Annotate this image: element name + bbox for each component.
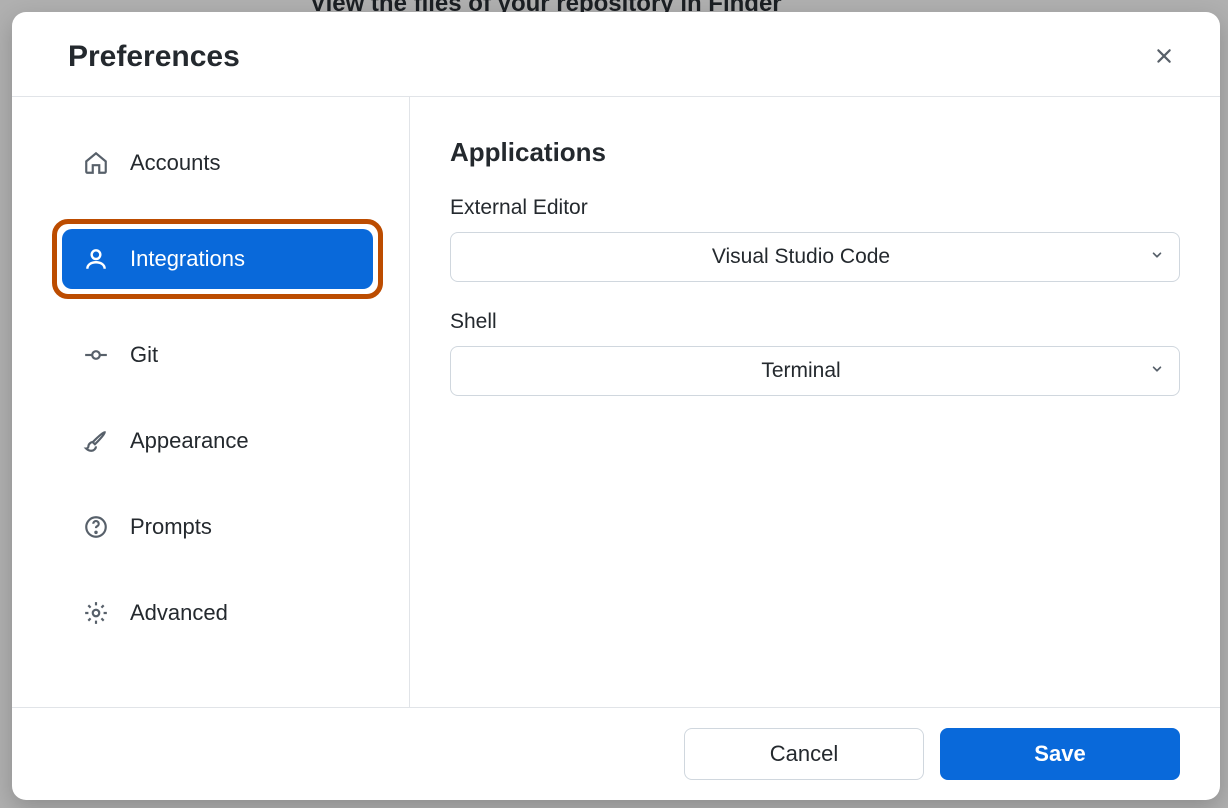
sidebar-item-prompts[interactable]: Prompts [62, 497, 373, 557]
sidebar-item-label: Accounts [130, 150, 221, 176]
sidebar-item-label: Appearance [130, 428, 249, 454]
external-editor-label: External Editor [450, 196, 1180, 220]
cancel-button[interactable]: Cancel [684, 728, 924, 780]
content-pane: Applications External Editor Visual Stud… [410, 97, 1220, 707]
git-commit-icon [82, 341, 110, 369]
home-icon [82, 149, 110, 177]
person-icon [82, 245, 110, 273]
preferences-dialog: Preferences Accounts Integrations [12, 12, 1220, 800]
dialog-body: Accounts Integrations Git [12, 97, 1220, 707]
question-circle-icon [82, 513, 110, 541]
shell-select[interactable]: Terminal [450, 346, 1180, 396]
sidebar-item-highlight: Integrations [52, 219, 383, 299]
sidebar-item-git[interactable]: Git [62, 325, 373, 385]
shell-field: Shell Terminal [450, 310, 1180, 396]
page-title: Preferences [68, 40, 240, 74]
close-button[interactable] [1148, 41, 1180, 73]
dialog-header: Preferences [12, 12, 1220, 97]
external-editor-select[interactable]: Visual Studio Code [450, 232, 1180, 282]
sidebar-item-accounts[interactable]: Accounts [62, 133, 373, 193]
sidebar-item-advanced[interactable]: Advanced [62, 583, 373, 643]
section-title: Applications [450, 137, 1180, 168]
save-button[interactable]: Save [940, 728, 1180, 780]
sidebar-item-appearance[interactable]: Appearance [62, 411, 373, 471]
sidebar-item-label: Integrations [130, 246, 245, 272]
sidebar-item-label: Prompts [130, 514, 212, 540]
paintbrush-icon [82, 427, 110, 455]
dialog-footer: Cancel Save [12, 707, 1220, 800]
gear-icon [82, 599, 110, 627]
external-editor-field: External Editor Visual Studio Code [450, 196, 1180, 282]
close-icon [1152, 44, 1176, 71]
shell-label: Shell [450, 310, 1180, 334]
sidebar: Accounts Integrations Git [12, 97, 410, 707]
sidebar-item-integrations[interactable]: Integrations [62, 229, 373, 289]
sidebar-item-label: Advanced [130, 600, 228, 626]
sidebar-item-label: Git [130, 342, 158, 368]
